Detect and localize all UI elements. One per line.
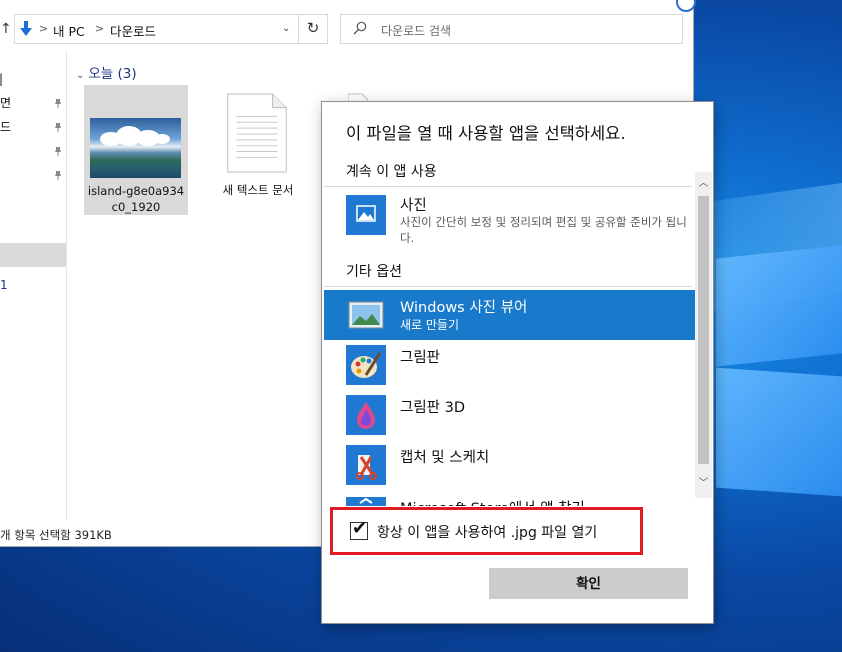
pin-icon — [55, 123, 61, 132]
title-strip — [0, 0, 693, 10]
app-name: Windows 사진 뷰어 — [400, 300, 528, 316]
app-description: 사진이 간단히 보정 및 정리되며 편집 및 공유할 준비가 됩니다. — [400, 215, 687, 245]
file-name: island-g8e0a934 — [87, 184, 185, 198]
image-thumbnail — [90, 118, 181, 178]
pin-icon — [55, 171, 61, 180]
cloud-shape — [154, 134, 170, 144]
windows-logo-pane — [716, 245, 842, 367]
up-arrow-icon[interactable]: ↑ — [0, 22, 12, 36]
photo-viewer-icon — [348, 301, 384, 329]
app-name: 사진 — [400, 198, 427, 214]
scrollbar-thumb[interactable] — [698, 196, 709, 464]
app-item-photo-viewer[interactable]: Windows 사진 뷰어 새로 만들기 — [324, 290, 696, 340]
status-text: 개 항목 선택함 391KB — [0, 528, 112, 542]
app-item-store[interactable]: Microsoft Store에서 앱 찾기 — [324, 492, 696, 506]
sidebar-item[interactable]: 1 — [0, 278, 8, 292]
app-item-photos[interactable]: 사진 사진이 간단히 보정 및 정리되며 편집 및 공유할 준비가 됩니다. — [324, 190, 696, 254]
file-name: c0_1920 — [111, 200, 161, 214]
paint3d-icon — [346, 395, 386, 435]
sidebar-item[interactable]: | — [0, 72, 3, 86]
file-item-text[interactable]: 새 텍스트 문서 — [206, 85, 312, 215]
open-with-dialog: 이 파일을 열 때 사용할 앱을 선택하세요. 계속 이 앱 사용 사진 사진이… — [322, 102, 713, 623]
ok-button[interactable]: 확인 — [489, 568, 688, 599]
app-name: 캡처 및 스케치 — [400, 450, 490, 466]
search-input[interactable]: 다운로드 검색 — [340, 14, 683, 44]
group-header[interactable]: ⌄ 오늘 (3) — [76, 62, 137, 82]
navigation-pane: | 면 드 1 — [0, 50, 67, 520]
app-list-clip: Microsoft Store에서 앱 찾기 — [322, 492, 696, 506]
windows-logo-pane — [716, 367, 842, 497]
app-name: 그림판 3D — [400, 400, 466, 416]
app-name: Microsoft Store에서 앱 찾기 — [400, 497, 585, 506]
breadcrumb-this-pc[interactable]: 내 PC — [53, 21, 85, 40]
always-use-highlight: ✔ 항상 이 앱을 사용하여 .jpg 파일 열기 — [330, 507, 643, 555]
scrollbar[interactable]: ︿ ﹀ — [695, 172, 712, 498]
app-item-paint3d[interactable]: 그림판 3D — [324, 390, 696, 440]
checkmark-icon: ✔ — [352, 518, 368, 539]
search-placeholder: 다운로드 검색 — [381, 24, 452, 38]
chevron-down-icon: ⌄ — [76, 70, 85, 81]
breadcrumb-downloads[interactable]: 다운로드 — [110, 21, 156, 40]
refresh-button[interactable]: ↻ — [298, 14, 328, 44]
window-control-icon[interactable] — [676, 0, 696, 12]
scroll-up-icon[interactable]: ︿ — [695, 176, 712, 192]
app-item-paint[interactable]: 그림판 — [324, 340, 696, 390]
always-use-label[interactable]: 항상 이 앱을 사용하여 .jpg 파일 열기 — [377, 522, 597, 542]
breadcrumb-chevron-icon: > — [39, 22, 49, 35]
divider — [324, 286, 692, 287]
search-icon — [353, 21, 367, 35]
group-label: 오늘 (3) — [88, 66, 137, 82]
pin-icon — [55, 147, 61, 156]
file-name: 새 텍스트 문서 — [222, 183, 294, 197]
section-other-header: 기타 옵션 — [346, 264, 402, 280]
refresh-icon: ↻ — [306, 19, 320, 37]
file-item-image[interactable]: island-g8e0a934 c0_1920 — [84, 85, 188, 215]
paint-icon — [346, 345, 386, 385]
navigation-bar: ↑ > 내 PC > 다운로드 ⌄ ↻ 다운로드 검색 — [0, 12, 693, 46]
section-continue-header: 계속 이 앱 사용 — [346, 164, 437, 180]
divider — [324, 186, 692, 187]
always-use-checkbox[interactable]: ✔ — [350, 518, 368, 540]
pin-icon — [55, 99, 61, 108]
breadcrumb-chevron-icon: > — [95, 22, 105, 35]
download-arrow-icon — [20, 21, 32, 36]
app-name: 그림판 — [400, 350, 441, 366]
sidebar-item[interactable]: 드 — [0, 118, 11, 135]
dialog-title: 이 파일을 열 때 사용할 앱을 선택하세요. — [346, 124, 626, 143]
sidebar-item-selected[interactable] — [0, 243, 66, 267]
sidebar-item[interactable]: 면 — [0, 94, 11, 111]
text-document-icon — [227, 93, 287, 173]
address-bar[interactable]: > 내 PC > 다운로드 ⌄ — [14, 14, 299, 44]
store-icon — [346, 497, 386, 506]
photos-icon — [346, 195, 386, 235]
snip-sketch-icon — [346, 445, 386, 485]
chevron-down-icon[interactable]: ⌄ — [282, 23, 290, 34]
app-subtitle: 새로 만들기 — [400, 318, 460, 332]
scroll-down-icon[interactable]: ﹀ — [695, 476, 712, 492]
app-item-snip-sketch[interactable]: 캡처 및 스케치 — [324, 440, 696, 490]
